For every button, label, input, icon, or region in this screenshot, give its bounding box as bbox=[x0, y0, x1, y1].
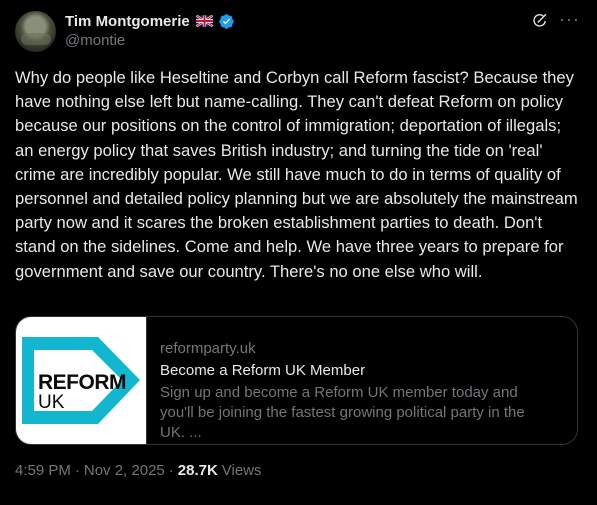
views-count: 28.7K bbox=[177, 462, 218, 479]
link-preview-card[interactable]: REFORM UK reformparty.uk Become a Reform… bbox=[15, 316, 578, 445]
tweet-time[interactable]: 4:59 PM bbox=[15, 462, 71, 479]
more-options-icon[interactable]: ··· bbox=[559, 10, 579, 30]
author-handle[interactable]: @montie bbox=[65, 32, 125, 49]
tweet-text: Why do people like Heseltine and Corbyn … bbox=[15, 68, 578, 281]
uk-flag-icon bbox=[195, 15, 213, 27]
card-body: reformparty.uk Become a Reform UK Member… bbox=[147, 317, 564, 444]
author-display-name[interactable]: Tim Montgomerie bbox=[65, 13, 190, 30]
tweet-meta: 4:59 PM · Nov 2, 2025 · 28.7K Views bbox=[15, 462, 262, 479]
card-domain: reformparty.uk bbox=[160, 340, 256, 357]
author-avatar[interactable] bbox=[15, 11, 56, 52]
reform-uk-logo: REFORM UK bbox=[16, 317, 147, 444]
logo-text-line2: UK bbox=[38, 392, 65, 413]
meta-separator: · bbox=[74, 462, 80, 479]
tweet-date[interactable]: Nov 2, 2025 bbox=[84, 462, 165, 479]
card-description: Sign up and become a Reform UK member to… bbox=[160, 384, 525, 441]
card-title: Become a Reform UK Member bbox=[160, 362, 366, 379]
grok-icon[interactable] bbox=[531, 12, 549, 30]
tweet-actions-top: ··· bbox=[531, 10, 579, 30]
author-name-row: Tim Montgomerie bbox=[65, 11, 235, 31]
meta-separator: · bbox=[168, 462, 174, 479]
views-label: Views bbox=[221, 462, 262, 479]
verified-badge-icon bbox=[218, 13, 234, 29]
